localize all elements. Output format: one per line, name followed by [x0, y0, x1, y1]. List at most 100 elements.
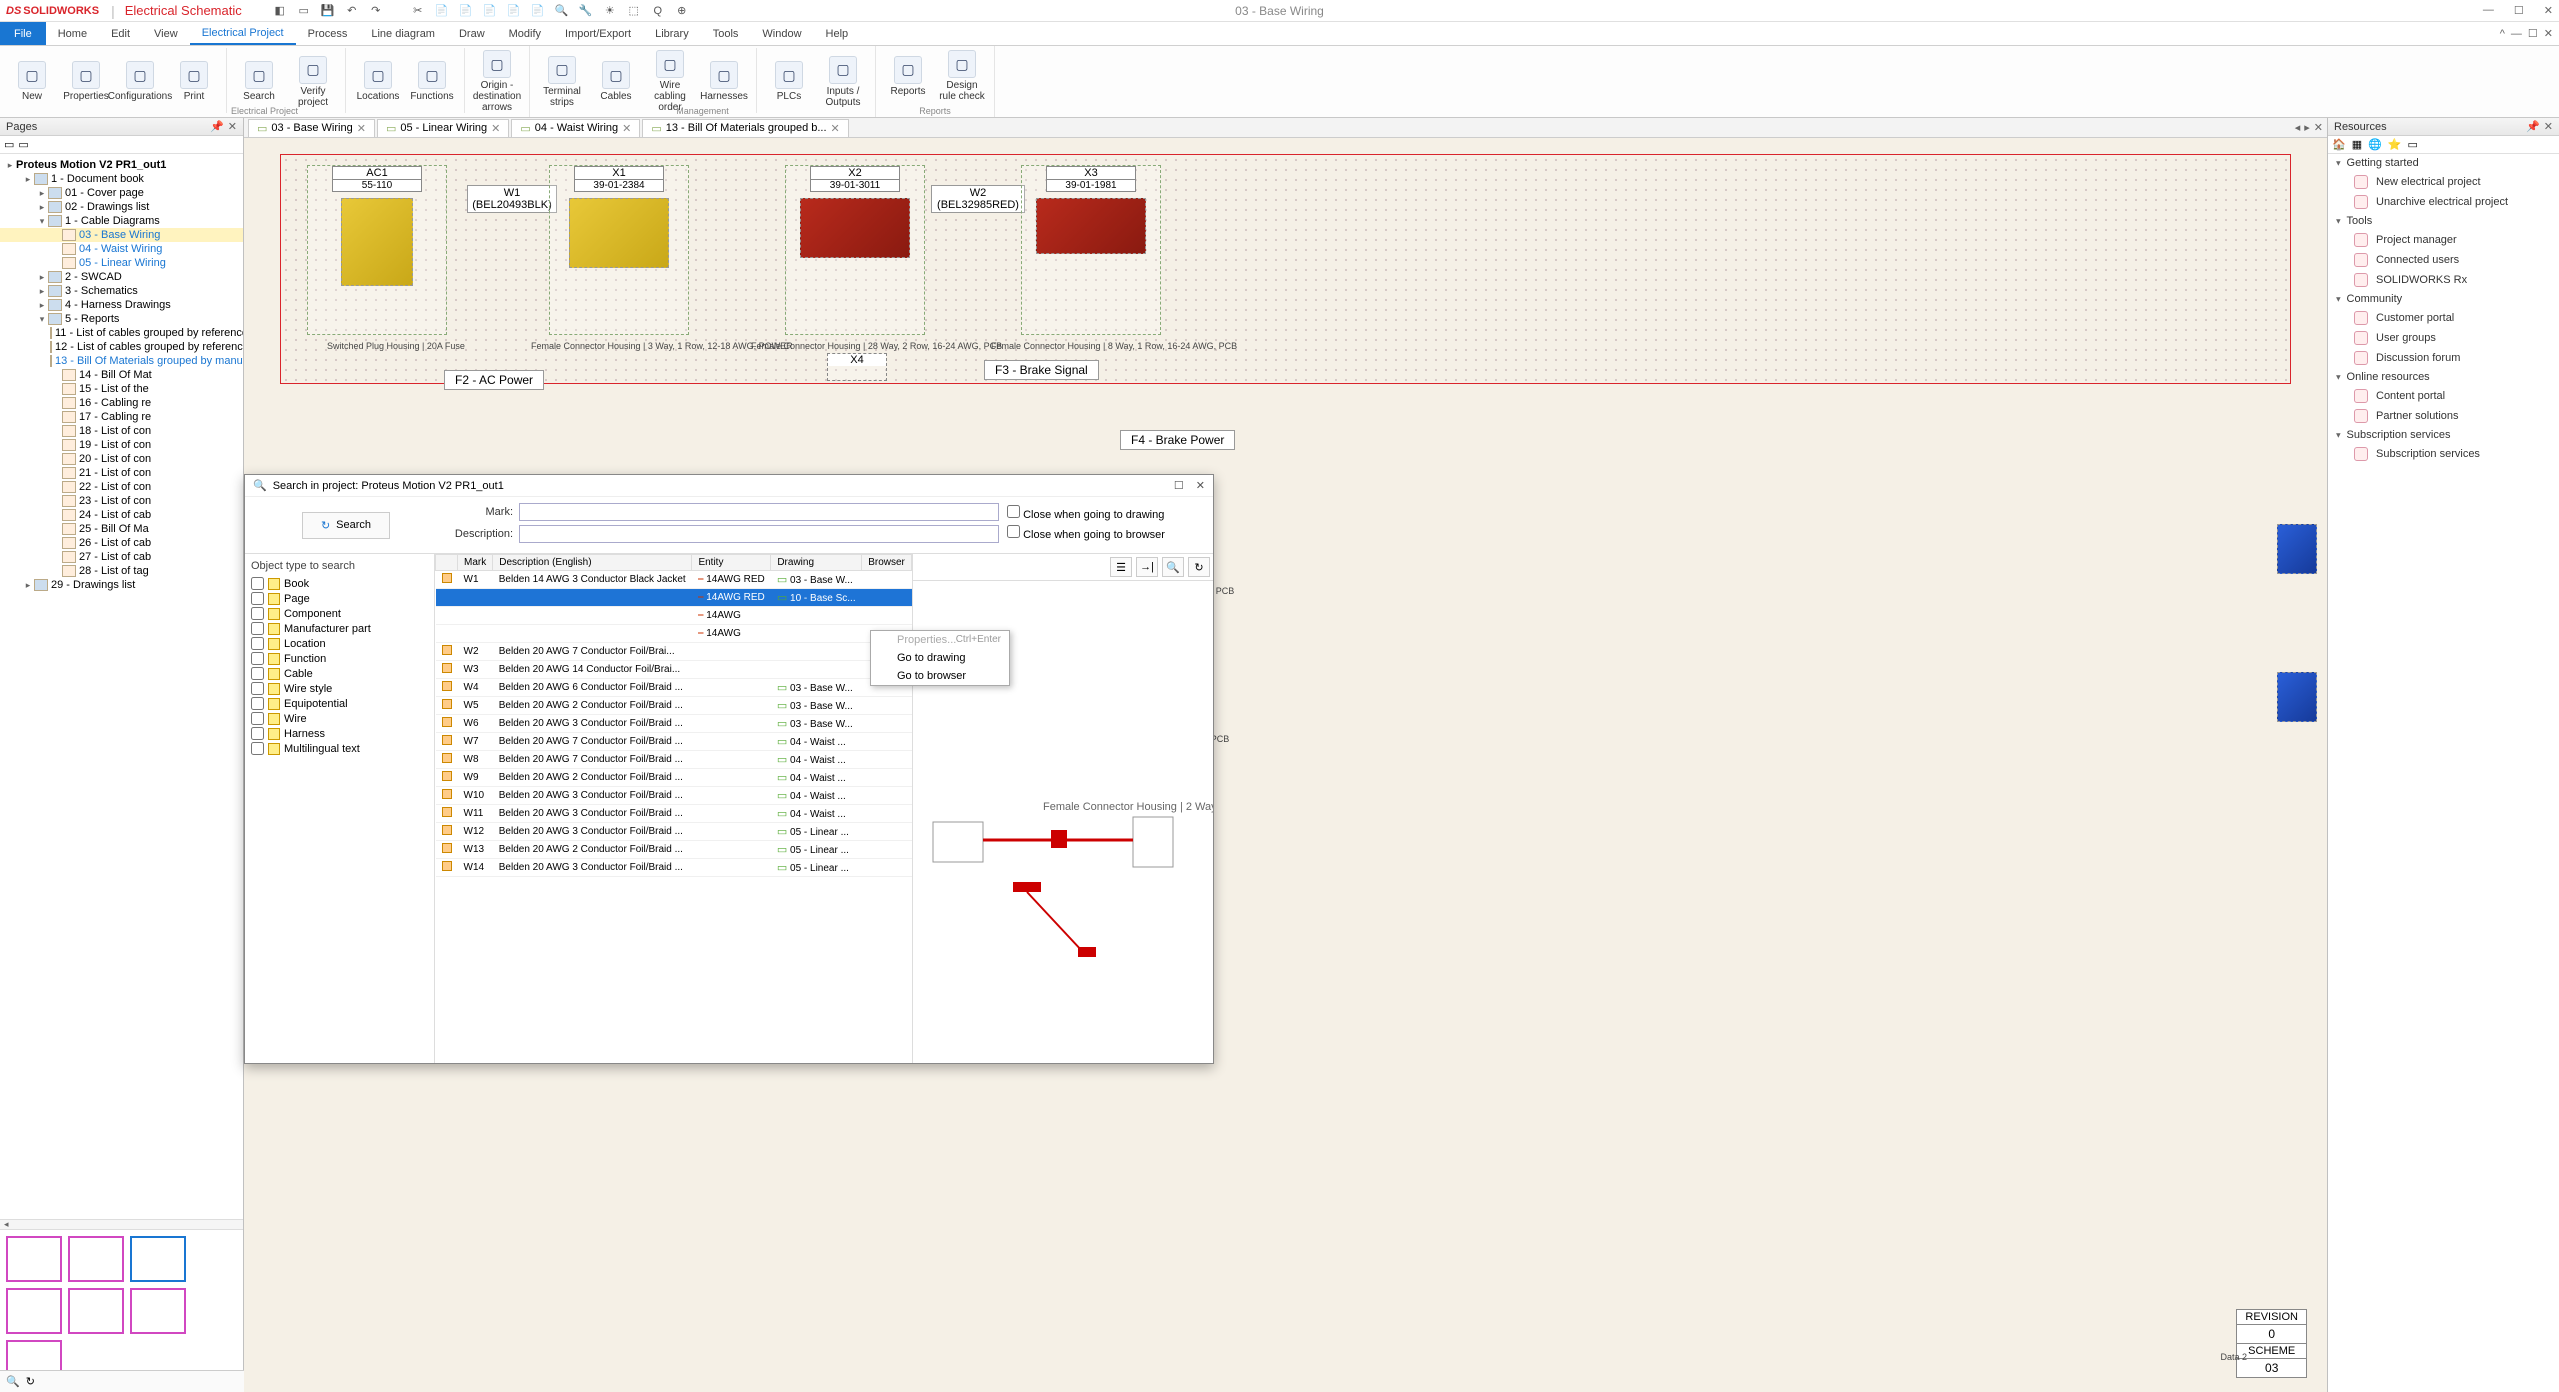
qat-icon[interactable]: 🔧 [578, 3, 594, 19]
column-header[interactable]: Entity [692, 555, 771, 571]
page-thumbnail[interactable] [130, 1236, 186, 1282]
menu-tab[interactable]: Library [643, 22, 701, 45]
menu-tab[interactable]: View [142, 22, 190, 45]
result-row[interactable]: W3Belden 20 AWG 14 Conductor Foil/Brai..… [436, 661, 912, 679]
tree-item[interactable]: 03 - Base Wiring [0, 228, 243, 242]
result-row[interactable]: W4Belden 20 AWG 6 Conductor Foil/Braid .… [436, 679, 912, 697]
result-row[interactable]: W6Belden 20 AWG 3 Conductor Foil/Braid .… [436, 715, 912, 733]
resource-link[interactable]: Connected users [2328, 250, 2559, 270]
tree-item[interactable]: 17 - Cabling re [0, 410, 243, 424]
panel-close-icon[interactable]: ✕ [2544, 120, 2553, 133]
minimize-icon[interactable]: — [2483, 4, 2494, 17]
object-type-item[interactable]: Multilingual text [251, 741, 428, 756]
tree-item[interactable]: 16 - Cabling re [0, 396, 243, 410]
pin-icon[interactable]: 📌 [210, 120, 224, 133]
tab-close-all-icon[interactable]: ✕ [2314, 121, 2323, 134]
resource-link[interactable]: Discussion forum [2328, 348, 2559, 368]
qat-icon[interactable]: 📄 [530, 3, 546, 19]
tree-item[interactable]: 20 - List of con [0, 452, 243, 466]
component-x1[interactable]: X1 39-01-2384 [549, 165, 689, 335]
tree-item[interactable]: ▸02 - Drawings list [0, 200, 243, 214]
tree-item[interactable]: ▸01 - Cover page [0, 186, 243, 200]
ribbon-min-icon[interactable]: — [2511, 28, 2522, 40]
result-row[interactable]: W9Belden 20 AWG 2 Conductor Foil/Braid .… [436, 769, 912, 787]
tree-item[interactable]: 19 - List of con [0, 438, 243, 452]
ribbon-button[interactable]: ▢Configurations [116, 48, 164, 113]
page-thumbnail[interactable] [68, 1236, 124, 1282]
ribbon-button[interactable]: ▢Properties [62, 48, 110, 113]
resource-section-header[interactable]: Getting started [2328, 154, 2559, 172]
menu-tab[interactable]: Window [750, 22, 813, 45]
preview-refresh-icon[interactable]: ↻ [1188, 557, 1210, 577]
tree-item[interactable]: ▸29 - Drawings list [0, 578, 243, 592]
qat-redo-icon[interactable]: ↷ [368, 3, 384, 19]
ribbon-button[interactable]: ▢Inputs / Outputs [819, 48, 867, 113]
tree-item[interactable]: ▸2 - SWCAD [0, 270, 243, 284]
close-browser-checkbox[interactable]: Close when going to browser [1007, 525, 1207, 541]
qat-icon[interactable]: ⬚ [626, 3, 642, 19]
tree-item[interactable]: 11 - List of cables grouped by reference [0, 326, 243, 340]
ribbon-button[interactable]: ▢Origin - destination arrows [473, 48, 521, 113]
context-menu-item[interactable]: Go to browser [871, 667, 1009, 685]
tree-item[interactable]: 22 - List of con [0, 480, 243, 494]
result-row[interactable]: W10Belden 20 AWG 3 Conductor Foil/Braid … [436, 787, 912, 805]
tree-item[interactable]: 28 - List of tag [0, 564, 243, 578]
qat-undo-icon[interactable]: ↶ [344, 3, 360, 19]
tree-item[interactable]: 26 - List of cab [0, 536, 243, 550]
mark-input[interactable] [519, 503, 999, 521]
tree-item[interactable]: 25 - Bill Of Ma [0, 522, 243, 536]
tree-item[interactable]: ▾5 - Reports [0, 312, 243, 326]
resource-link[interactable]: New electrical project [2328, 172, 2559, 192]
menu-tab[interactable]: Process [296, 22, 360, 45]
result-row[interactable]: W8Belden 20 AWG 7 Conductor Foil/Braid .… [436, 751, 912, 769]
qat-icon[interactable]: Q [650, 3, 666, 19]
tree-item[interactable]: 18 - List of con [0, 424, 243, 438]
result-row[interactable]: ⎯ 14AWG [436, 625, 912, 643]
ribbon-button[interactable]: ▢Harnesses [700, 48, 748, 113]
menu-tab[interactable]: Modify [497, 22, 553, 45]
context-menu-item[interactable]: Go to drawing [871, 649, 1009, 667]
resource-link[interactable]: Project manager [2328, 230, 2559, 250]
panel-close-icon[interactable]: ✕ [228, 120, 237, 133]
page-thumbnail[interactable] [6, 1236, 62, 1282]
resource-link[interactable]: User groups [2328, 328, 2559, 348]
preview-zoom-icon[interactable]: 🔍 [1162, 557, 1184, 577]
qat-icon[interactable]: 📄 [434, 3, 450, 19]
tree-item[interactable]: 21 - List of con [0, 466, 243, 480]
object-type-item[interactable]: Manufacturer part [251, 621, 428, 636]
menu-tab[interactable]: Tools [701, 22, 751, 45]
result-row[interactable]: W14Belden 20 AWG 3 Conductor Foil/Braid … [436, 859, 912, 877]
result-row[interactable]: W1Belden 14 AWG 3 Conductor Black Jacket… [436, 571, 912, 589]
menu-tab[interactable]: Help [814, 22, 861, 45]
component-ac1[interactable]: AC1 55-110 [307, 165, 447, 335]
star-icon[interactable]: ⭐ [2388, 138, 2402, 151]
result-row[interactable]: W2Belden 20 AWG 7 Conductor Foil/Brai... [436, 643, 912, 661]
resource-section-header[interactable]: Subscription services [2328, 426, 2559, 444]
ribbon-button[interactable]: ▢Reports [884, 48, 932, 102]
resource-link[interactable]: Customer portal [2328, 308, 2559, 328]
maximize-icon[interactable]: ☐ [2514, 4, 2524, 17]
column-header[interactable]: Description (English) [493, 555, 692, 571]
result-row[interactable]: W11Belden 20 AWG 3 Conductor Foil/Braid … [436, 805, 912, 823]
result-row[interactable]: ⎯ 14AWG [436, 607, 912, 625]
document-tab[interactable]: ▭03 - Base Wiring✕ [248, 119, 375, 137]
ribbon-button[interactable]: ▢Search [235, 48, 283, 113]
ribbon-button[interactable]: ▢PLCs [765, 48, 813, 113]
component-x3[interactable]: X3 39-01-1981 [1021, 165, 1161, 335]
tree-item[interactable]: ▾1 - Cable Diagrams [0, 214, 243, 228]
resource-link[interactable]: Partner solutions [2328, 406, 2559, 426]
res-icon[interactable]: 🌐 [2368, 138, 2382, 151]
result-row[interactable]: W12Belden 20 AWG 3 Conductor Foil/Braid … [436, 823, 912, 841]
resource-section-header[interactable]: Community [2328, 290, 2559, 308]
tab-scroll-left-icon[interactable]: ◂ [2295, 121, 2301, 134]
status-icon[interactable]: ↻ [26, 1375, 35, 1388]
tree-item[interactable]: 15 - List of the [0, 382, 243, 396]
dialog-maximize-icon[interactable]: ☐ [1174, 479, 1184, 492]
file-menu[interactable]: File [0, 22, 46, 45]
ribbon-restore-icon[interactable]: ☐ [2528, 27, 2538, 40]
result-row[interactable]: ⎯ 14AWG RED▭ 10 - Base Sc... [436, 589, 912, 607]
result-row[interactable]: W7Belden 20 AWG 7 Conductor Foil/Braid .… [436, 733, 912, 751]
ribbon-button[interactable]: ▢Verify project [289, 48, 337, 113]
result-row[interactable]: W13Belden 20 AWG 2 Conductor Foil/Braid … [436, 841, 912, 859]
tab-close-icon[interactable]: ✕ [491, 122, 500, 135]
